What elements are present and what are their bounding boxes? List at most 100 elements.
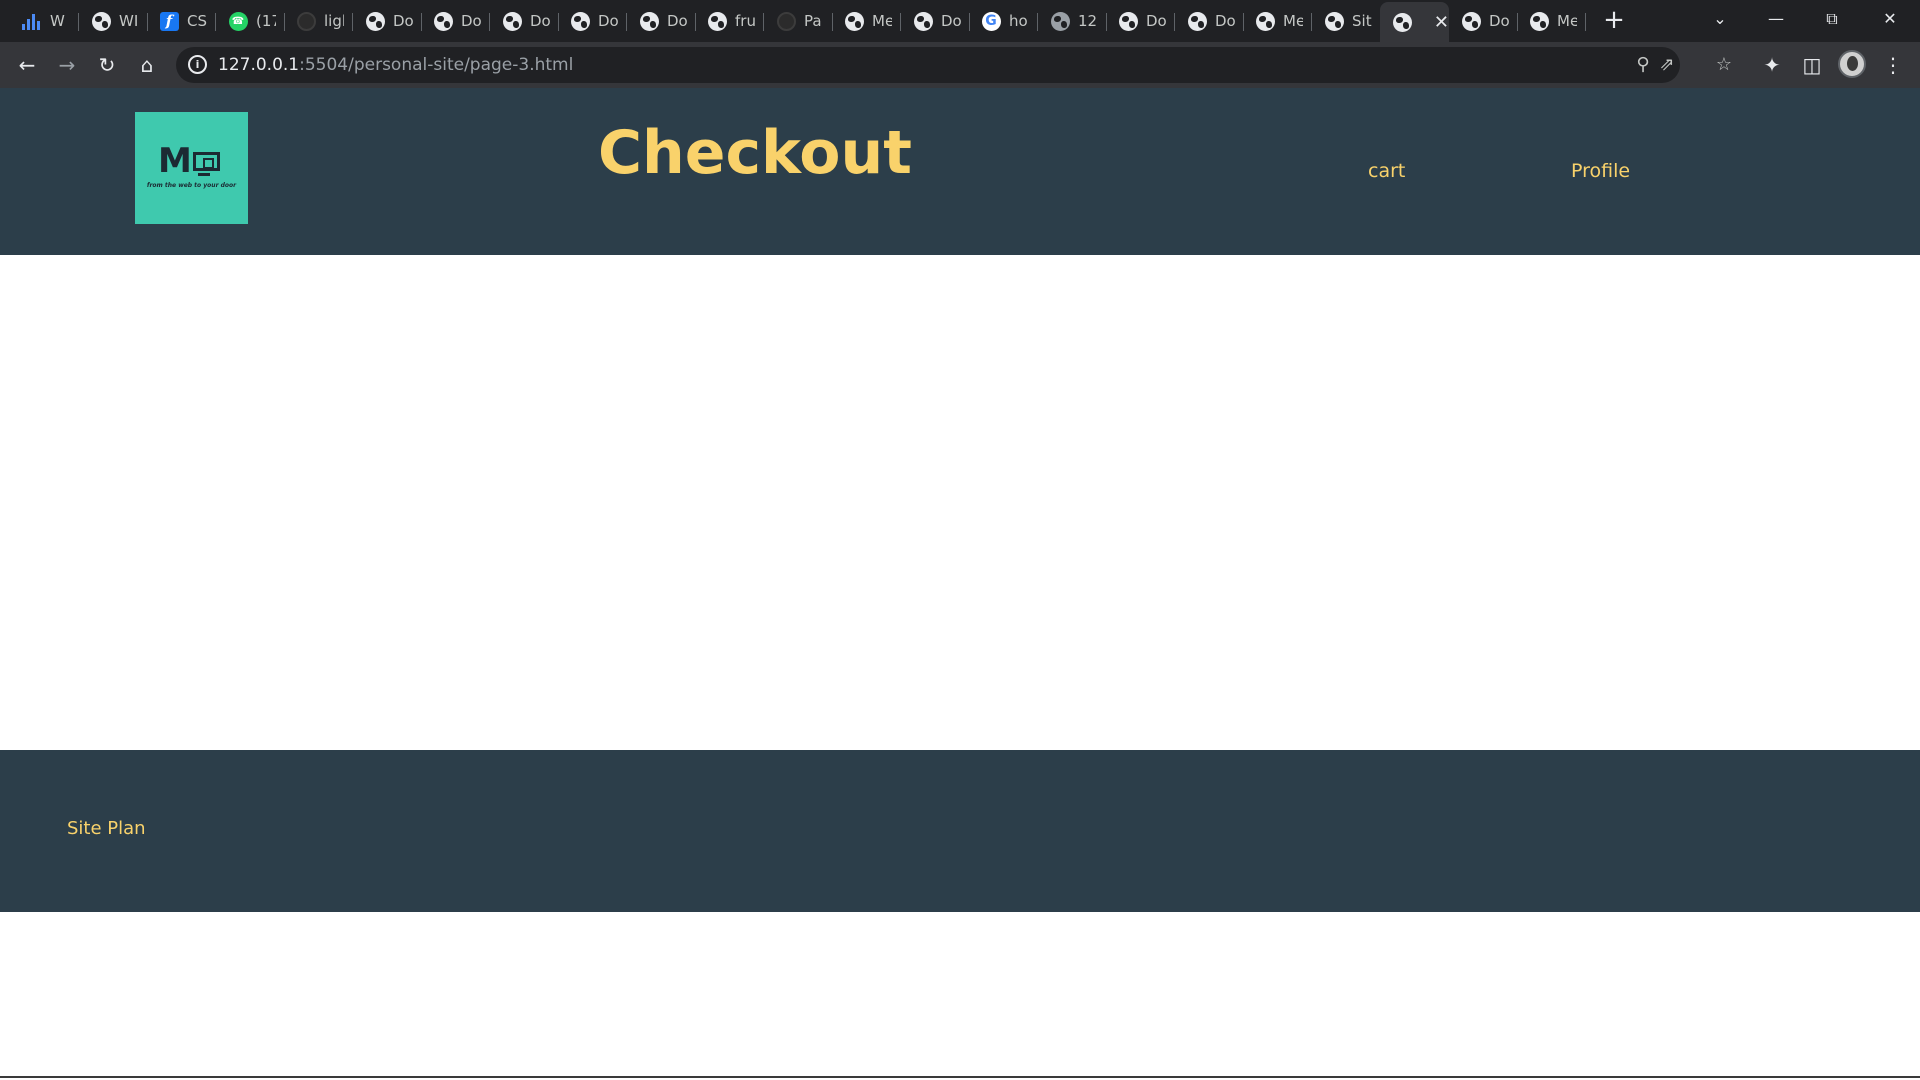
address-bar[interactable]: i 127.0.0.1:5504/personal-site/page-3.ht… [176, 47, 1680, 83]
minimize-button[interactable]: — [1752, 0, 1800, 40]
tab-title: W [50, 12, 65, 30]
tab-title: Do [393, 12, 413, 30]
tab-title: Do [598, 12, 618, 30]
browser-tab[interactable]: f CS [147, 4, 216, 38]
extensions-puzzle-icon[interactable]: ✦ [1757, 50, 1787, 80]
tab-title: Do [1489, 12, 1509, 30]
globe-icon [1187, 11, 1207, 31]
page-title: Checkout [598, 118, 912, 188]
whatsapp-icon: ☎ [228, 11, 248, 31]
browser-tab[interactable]: Me [832, 4, 901, 38]
side-panel-icon[interactable]: ◫ [1797, 50, 1827, 80]
github-icon [296, 11, 316, 31]
globe-icon [365, 11, 385, 31]
url-host: 127.0.0.1 [218, 55, 300, 75]
browser-tab[interactable]: ✕ [1380, 2, 1449, 42]
close-tab-icon[interactable]: ✕ [1434, 12, 1449, 33]
globe-icon [913, 11, 933, 31]
tab-title: Me [1283, 12, 1303, 30]
browser-tab[interactable]: Do [1175, 4, 1244, 38]
browser-tab[interactable]: Do [627, 4, 696, 38]
tab-title: Do [1146, 12, 1166, 30]
globe-icon [502, 11, 522, 31]
globe-gray-icon [1050, 11, 1070, 31]
forward-arrow-icon[interactable]: → [52, 50, 82, 80]
logo-tagline: from the web to your door [146, 182, 237, 189]
github-icon [776, 11, 796, 31]
back-arrow-icon[interactable]: ← [12, 50, 42, 80]
share-icon[interactable]: ⇗ [1654, 52, 1680, 78]
globe-icon [1461, 11, 1481, 31]
browser-tab[interactable]: Gho [969, 4, 1038, 38]
globe-icon [1255, 11, 1275, 31]
browser-tab[interactable]: ligl [284, 4, 353, 38]
browser-tab[interactable]: Pa [764, 4, 833, 38]
globe-icon [1529, 11, 1549, 31]
page-viewport: M from the web to your door Checkout car… [0, 88, 1920, 1078]
tab-title: (17 [256, 12, 276, 30]
tab-title: ligl [324, 12, 344, 30]
tab-strip: W WI f CS ☎ (17 ligl Do Do Do Do Do fru Pa Me Do Gho 12 Do… [0, 0, 1920, 42]
tab-title: ho [1009, 12, 1028, 30]
browser-tab[interactable]: W [10, 4, 79, 38]
bookmark-star-icon[interactable]: ☆ [1711, 52, 1737, 78]
browser-tab[interactable]: Do [901, 4, 970, 38]
url-path: :5504/personal-site/page-3.html [299, 55, 574, 75]
restore-button[interactable]: ⧉ [1808, 0, 1856, 40]
globe-icon [433, 11, 453, 31]
monitor-stand [198, 173, 210, 176]
tab-title: WI [119, 12, 139, 30]
browser-tab[interactable]: Sit [1312, 4, 1381, 38]
tab-title: Do [530, 12, 550, 30]
browser-tab[interactable]: fru [695, 4, 764, 38]
globe-icon [844, 11, 864, 31]
browser-tab[interactable]: Me [1517, 4, 1586, 38]
tab-search-chevron-icon[interactable]: ⌄ [1696, 0, 1744, 40]
f-logo-icon: f [159, 11, 179, 31]
site-logo[interactable]: M from the web to your door [135, 112, 248, 224]
tab-title: Me [1557, 12, 1577, 30]
globe-icon [570, 11, 590, 31]
globe-icon [707, 11, 727, 31]
browser-tab[interactable]: ☎ (17 [216, 4, 285, 38]
browser-tab[interactable]: Do [490, 4, 559, 38]
address-url[interactable]: 127.0.0.1:5504/personal-site/page-3.html [218, 55, 573, 75]
browser-tab[interactable]: Do [1106, 4, 1175, 38]
reload-icon[interactable]: ↻ [92, 50, 122, 80]
tab-title: Pa [804, 12, 822, 30]
logo-letter: M [158, 141, 192, 181]
tab-title: 12 [1078, 12, 1098, 30]
bar-chart-icon [22, 11, 42, 31]
browser-tab[interactable]: Do [1449, 4, 1518, 38]
new-tab-button[interactable]: + [1600, 6, 1628, 34]
browser-tab[interactable]: Do [421, 4, 490, 38]
nav-cart-link[interactable]: cart [1368, 160, 1405, 182]
browser-tab[interactable]: Do [558, 4, 627, 38]
nav-profile-link[interactable]: Profile [1571, 160, 1630, 182]
browser-tab[interactable]: 12 [1038, 4, 1107, 38]
globe-icon [1324, 11, 1344, 31]
browser-tab[interactable]: Me [1243, 4, 1312, 38]
site-header: M from the web to your door Checkout car… [0, 88, 1920, 255]
tab-title: Do [461, 12, 481, 30]
home-icon[interactable]: ⌂ [132, 50, 162, 80]
profile-avatar[interactable] [1838, 50, 1866, 78]
browser-tab[interactable]: Do [353, 4, 422, 38]
menu-kebab-icon[interactable]: ⋮ [1878, 50, 1908, 80]
close-window-button[interactable]: ✕ [1866, 0, 1914, 40]
tab-separator [1585, 13, 1586, 31]
browser-toolbar: ← → ↻ ⌂ i 127.0.0.1:5504/personal-site/p… [0, 42, 1920, 88]
tab-title: fru [735, 12, 755, 30]
tab-title: Do [667, 12, 687, 30]
globe-icon [91, 11, 111, 31]
monitor-icon [192, 151, 220, 171]
site-footer: Site Plan [0, 750, 1920, 912]
zoom-icon[interactable]: ⚲ [1630, 52, 1656, 78]
globe-icon [1118, 11, 1138, 31]
site-info-icon[interactable]: i [188, 55, 207, 74]
tab-title: CS [187, 12, 207, 30]
footer-site-plan-link[interactable]: Site Plan [67, 818, 146, 839]
tab-title: Do [1215, 12, 1235, 30]
browser-tab[interactable]: WI [79, 4, 148, 38]
tab-title: Me [872, 12, 892, 30]
